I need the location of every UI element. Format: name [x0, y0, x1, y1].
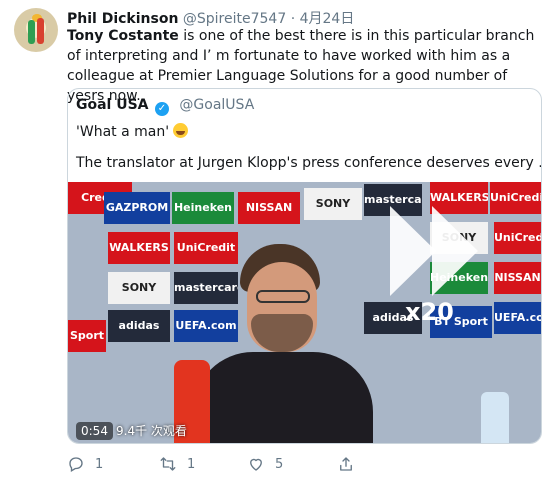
water-bottle: [481, 392, 509, 443]
video-duration: 0:54: [76, 422, 113, 440]
video-views: 9.4千 次观看: [116, 424, 187, 438]
sponsor-banner: UniCredit: [490, 182, 541, 214]
avatar-figure-red: [37, 18, 44, 44]
tweet-header: Phil Dickinson @Spireite7547 · 4月24日: [67, 8, 354, 28]
tears-of-joy-emoji-icon: [173, 123, 189, 138]
reply-button[interactable]: 1: [67, 455, 103, 473]
avatar[interactable]: [14, 8, 58, 52]
reply-icon: [69, 457, 83, 472]
sponsor-banner: NISSAN: [494, 262, 541, 294]
sponsor-banner: UniCredit: [494, 222, 541, 254]
sponsor-banner: SONY: [304, 188, 362, 220]
playback-speed: x20: [405, 298, 454, 326]
author-name[interactable]: Phil Dickinson: [67, 11, 178, 27]
video-player[interactable]: Credit GAZPROM Heineken NISSAN SONY mast…: [68, 182, 541, 443]
quoted-quote: 'What a man': [76, 124, 170, 140]
tweet-card[interactable]: Phil Dickinson @Spireite7547 · 4月24日 Ton…: [0, 0, 550, 480]
sponsor-banner: Heineken: [172, 192, 234, 224]
reply-count: 1: [95, 456, 104, 472]
share-icon: [340, 457, 352, 471]
sponsor-banner: adidas: [108, 310, 170, 342]
quoted-header: Goal USA ✓ @GoalUSA: [76, 97, 254, 116]
sponsor-banner: UEFA.com: [494, 302, 541, 334]
sponsor-banner: GAZPROM: [104, 192, 170, 224]
sponsor-banner: NISSAN: [238, 192, 300, 224]
quoted-text-line1: 'What a man': [76, 123, 189, 140]
share-button[interactable]: [337, 455, 365, 473]
tweet-date[interactable]: 4月24日: [300, 11, 355, 27]
sponsor-banner: Sport: [68, 320, 106, 352]
quoted-text-line2: The translator at Jurgen Klopp's press c…: [76, 155, 542, 171]
tweet-actions: 1 1 5: [67, 455, 367, 477]
speaker-figure: [193, 244, 373, 443]
quoted-author-handle[interactable]: @GoalUSA: [179, 97, 254, 113]
mention-name: Tony Costante: [67, 28, 179, 44]
like-count: 5: [275, 456, 284, 472]
like-button[interactable]: 5: [247, 455, 283, 473]
author-handle[interactable]: @Spireite7547: [183, 11, 286, 27]
speaker-glasses: [256, 290, 310, 303]
retweet-count: 1: [187, 456, 196, 472]
retweet-button[interactable]: 1: [159, 455, 195, 473]
heart-icon: [250, 458, 262, 471]
quoted-tweet[interactable]: Goal USA ✓ @GoalUSA 'What a man' The tra…: [67, 88, 542, 444]
separator-dot: ·: [290, 11, 296, 27]
retweet-icon: [160, 457, 176, 471]
sponsor-banner: SONY XPERIA: [108, 272, 170, 304]
quoted-author-name[interactable]: Goal USA: [76, 97, 149, 113]
avatar-figure-green: [28, 20, 35, 44]
speaker-body: [193, 352, 373, 443]
fast-forward-icon[interactable]: [390, 206, 482, 296]
sponsor-banner: WALKERS: [108, 232, 170, 264]
verified-badge-icon: ✓: [154, 102, 169, 116]
